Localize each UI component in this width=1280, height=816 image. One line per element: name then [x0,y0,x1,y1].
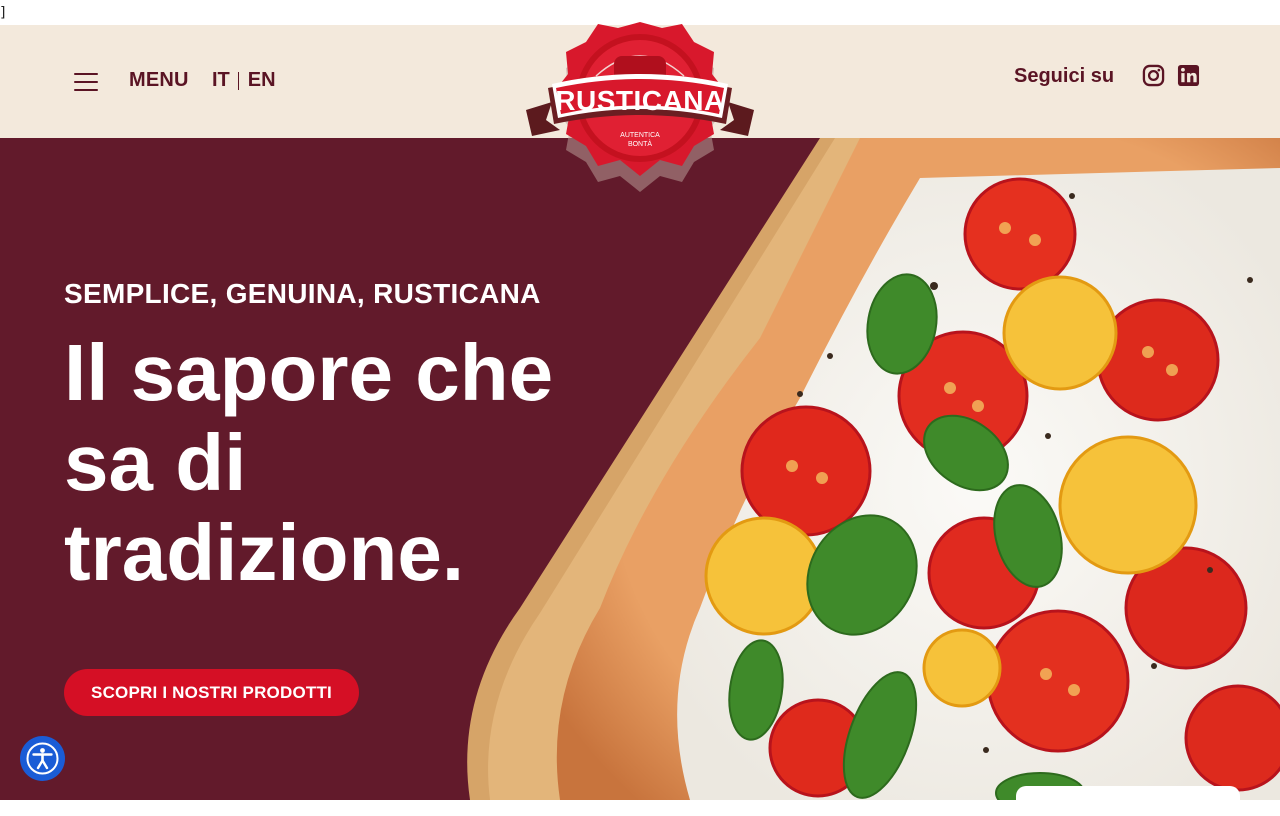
cookie-banner-tab[interactable] [1016,786,1240,816]
accessibility-icon [26,742,59,775]
hero-eyebrow: SEMPLICE, GENUINA, RUSTICANA [64,278,541,309]
lang-divider [237,71,239,90]
lang-it-link[interactable]: IT [212,69,230,92]
rusticana-logo[interactable]: RUSTICANA AUTENTICA BONTÀ [522,18,758,198]
hamburger-menu-icon[interactable] [74,71,98,91]
hero-headline: Il sapore che sa di tradizione. [64,328,624,598]
logo-tagline-line1: AUTENTICA [620,132,660,139]
hero-headline-line1: Il sapore che [64,328,554,417]
lang-en-link[interactable]: EN [248,69,276,92]
instagram-icon[interactable] [1142,64,1165,87]
accessibility-widget-button[interactable] [20,736,65,781]
discover-products-button[interactable]: SCOPRI I NOSTRI PRODOTTI [64,669,359,716]
logo-tagline-line2: BONTÀ [628,139,652,148]
hero-headline-line3: tradizione. [64,508,465,597]
language-switcher: IT EN [212,69,276,92]
menu-button[interactable]: MENU [129,69,189,92]
follow-us-label: Seguici su [1014,65,1115,87]
logo-brand-text: RUSTICANA [555,85,724,116]
hero-section: SEMPLICE, GENUINA, RUSTICANA Il sapore c… [0,138,1280,800]
hero-headline-line2: sa di [64,418,247,507]
page-fragment-text: ] [0,5,6,21]
linkedin-icon[interactable] [1177,64,1200,87]
